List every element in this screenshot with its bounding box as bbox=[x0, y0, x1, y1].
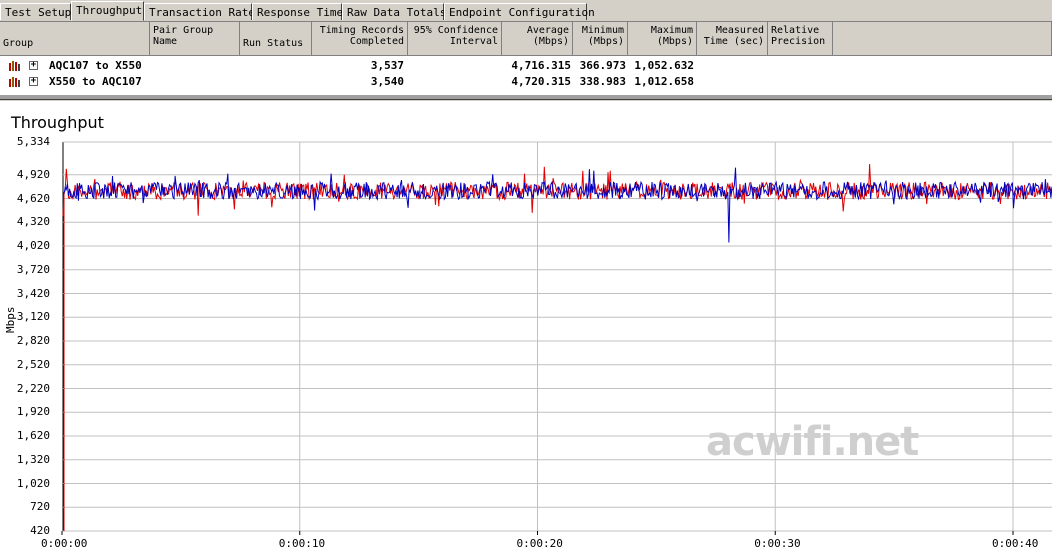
y-tick-label: 1,920 bbox=[16, 405, 50, 419]
tab-bar: Test Setup Throughput Transaction Rate Resp… bbox=[0, 0, 1052, 22]
column-header[interactable]: Average (Mbps) bbox=[502, 22, 573, 56]
x-tick-label: 0:00:20 bbox=[516, 537, 563, 550]
y-tick-label: 3,720 bbox=[16, 262, 50, 276]
records-completed: 3,537 bbox=[370, 59, 404, 72]
tab-raw-data-totals[interactable]: Raw Data Totals bbox=[342, 3, 446, 20]
minimum-mbps: 366.973 bbox=[579, 59, 626, 72]
average-mbps: 4,716.315 bbox=[511, 59, 571, 72]
y-axis-title: Mbps bbox=[4, 306, 17, 334]
throughput-chart: Throughput 5,334 4,920 4,620 4,320 4,020 3,72… bbox=[0, 101, 1052, 555]
series-line-2 bbox=[62, 167, 1052, 243]
y-tick-label: 420 bbox=[30, 524, 50, 537]
tab-throughput[interactable]: Throughput bbox=[71, 1, 144, 21]
column-header[interactable]: Minimum (Mbps) bbox=[573, 22, 628, 56]
y-tick-label: 2,520 bbox=[16, 357, 50, 371]
y-tick-label: 1,020 bbox=[16, 476, 50, 490]
records-completed: 3,540 bbox=[370, 75, 404, 88]
tab-endpoint-configuration[interactable]: Endpoint Configuration bbox=[444, 3, 595, 20]
column-header[interactable]: Group bbox=[0, 22, 150, 56]
y-tick-label: 720 bbox=[30, 500, 50, 514]
chart-plot bbox=[61, 141, 1052, 535]
y-tick-label: 1,620 bbox=[16, 429, 50, 442]
expand-icon[interactable]: + bbox=[29, 77, 38, 86]
header-filler bbox=[833, 22, 1052, 56]
series-line-1 bbox=[62, 163, 1052, 216]
tab-response-time[interactable]: Response Time bbox=[252, 3, 343, 20]
x-tick-label: 0:00:00 bbox=[41, 537, 88, 550]
y-tick-label: 4,920 bbox=[16, 167, 50, 181]
column-header[interactable]: Maximum (Mbps) bbox=[628, 22, 697, 56]
pair-group-icon bbox=[9, 76, 20, 87]
minimum-mbps: 338.983 bbox=[579, 75, 626, 88]
pair-name: X550 to AQC107 bbox=[49, 75, 142, 88]
column-header[interactable]: Timing Records Completed bbox=[312, 22, 408, 56]
column-header[interactable]: Relative Precision bbox=[768, 22, 833, 56]
pair-name: AQC107 to X550 bbox=[49, 59, 142, 72]
y-tick-label: 3,420 bbox=[16, 286, 50, 300]
y-tick-label: 4,320 bbox=[16, 215, 50, 229]
column-header[interactable]: 95% Confidence Interval bbox=[408, 22, 502, 56]
x-tick-label: 0:00:30 bbox=[754, 537, 801, 550]
maximum-mbps: 1,012.658 bbox=[634, 75, 694, 88]
column-header[interactable]: Measured Time (sec) bbox=[697, 22, 768, 56]
tab-test-setup[interactable]: Test Setup bbox=[0, 3, 71, 20]
y-tick-label: 2,820 bbox=[16, 334, 50, 347]
tab-transaction-rate[interactable]: Transaction Rate bbox=[144, 3, 255, 20]
pair-group-icon bbox=[9, 60, 20, 71]
y-tick-label: 2,220 bbox=[16, 381, 50, 395]
x-tick-label: 0:00:10 bbox=[278, 537, 326, 550]
y-tick-label: 5,334 bbox=[16, 135, 50, 148]
expand-icon[interactable]: + bbox=[29, 61, 38, 70]
average-mbps: 4,720.315 bbox=[511, 75, 571, 88]
y-tick-label: 4,020 bbox=[16, 239, 50, 253]
column-header[interactable]: Pair Group Name bbox=[150, 22, 240, 56]
column-header[interactable]: Run Status bbox=[240, 22, 312, 56]
watermark: acwifi.net bbox=[706, 419, 919, 465]
y-tick-label: 4,620 bbox=[16, 191, 50, 205]
splitter-bar[interactable] bbox=[0, 94, 1052, 100]
y-tick-label: 1,320 bbox=[16, 452, 50, 466]
x-tick-label: 0:00:40 bbox=[992, 537, 1039, 550]
maximum-mbps: 1,052.632 bbox=[634, 59, 694, 72]
results-table: Group Pair Group Name Run Status Timing Rec… bbox=[0, 22, 1052, 94]
